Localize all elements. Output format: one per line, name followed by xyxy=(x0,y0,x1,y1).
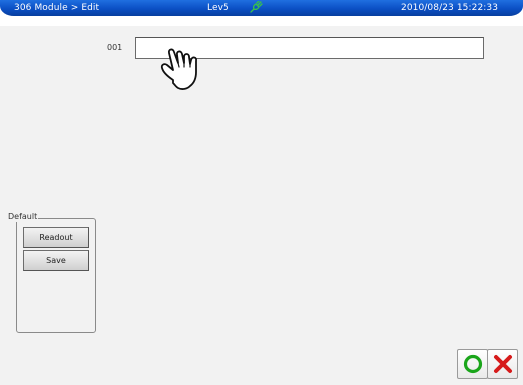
ok-button[interactable] xyxy=(457,349,488,379)
readout-button[interactable]: Readout xyxy=(23,227,89,248)
user-level: Lev5 xyxy=(207,3,229,13)
title-bar: 306 Module > Edit Lev5 2010/08/23 15:22:… xyxy=(0,0,523,26)
title-strip: 306 Module > Edit Lev5 2010/08/23 15:22:… xyxy=(0,0,523,16)
record-number-label: 001 xyxy=(107,43,123,52)
breadcrumb: 306 Module > Edit xyxy=(14,3,100,13)
plug-icon xyxy=(250,1,263,13)
cancel-button[interactable] xyxy=(487,349,518,379)
record-name-input[interactable] xyxy=(135,37,484,59)
x-cancel-icon xyxy=(493,355,512,373)
module-edit-screen: 306 Module > Edit Lev5 2010/08/23 15:22:… xyxy=(0,0,523,385)
save-button[interactable]: Save xyxy=(23,250,89,271)
circle-ok-icon xyxy=(463,354,482,374)
default-group-legend: Default xyxy=(7,212,39,222)
datetime: 2010/08/23 15:22:33 xyxy=(401,3,499,13)
